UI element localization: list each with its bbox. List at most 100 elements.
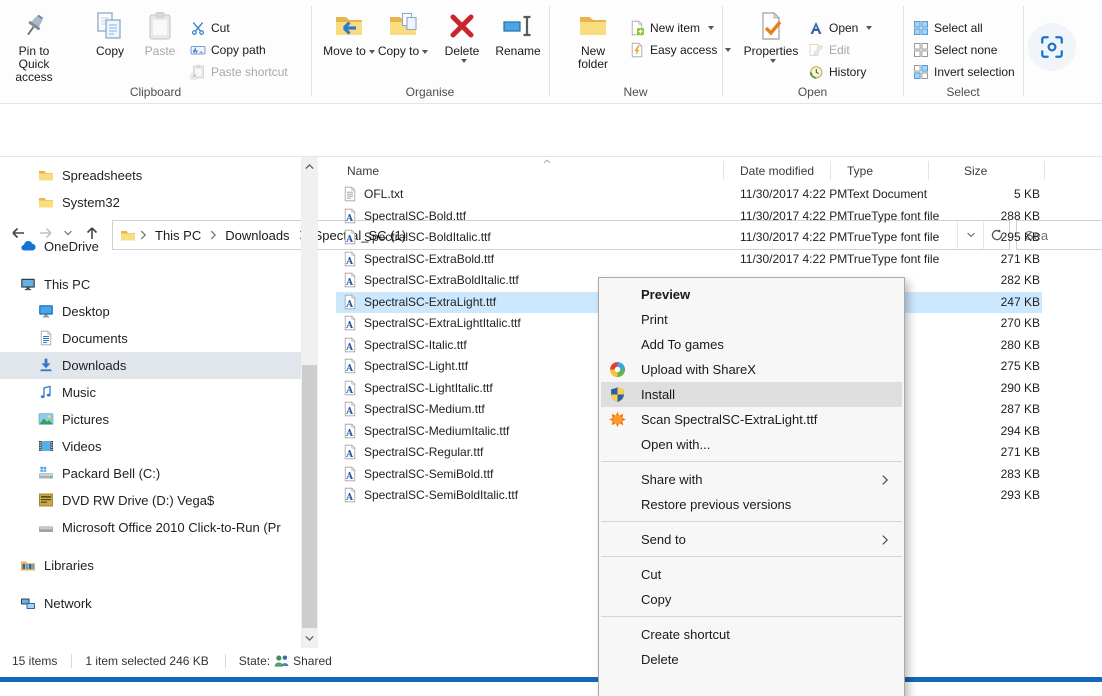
invert-selection-button[interactable]: Invert selection [913,62,1015,82]
scroll-up-icon[interactable] [303,160,316,173]
menu-item-label: Send to [641,532,686,547]
sidebar-item-spreadsheets[interactable]: Spreadsheets [0,162,301,189]
copy-path-button[interactable]: Copy path [190,40,266,60]
menu-item-share-with[interactable]: Share with [601,467,902,492]
sidebar-item-system32[interactable]: System32 [0,189,301,216]
file-row[interactable]: ASpectralSC-BoldItalic.ttf11/30/2017 4:2… [336,227,1042,248]
menu-item-restore-previous-versions[interactable]: Restore previous versions [601,492,902,517]
dvd-icon [38,492,54,508]
sidebar-item-documents[interactable]: Documents [0,325,301,352]
sidebar-item-label: Videos [62,439,102,454]
menu-separator [601,521,902,522]
drivegray-icon [38,519,54,535]
column-header-size[interactable]: Size [964,164,987,178]
ribbon: Pin to Quick access Copy Paste Cut Copy … [0,0,1102,104]
scrollbar-thumb[interactable] [302,365,317,628]
new-item-icon [629,20,645,36]
sidebar-item-this-pc[interactable]: This PC [0,271,301,298]
scroll-down-icon[interactable] [303,632,316,645]
music-icon [38,384,54,400]
paste-label: Paste [145,45,176,58]
font-file-icon: A [342,401,358,417]
menu-item-delete[interactable]: Delete [601,647,902,672]
paste-shortcut-button[interactable]: Paste shortcut [190,62,288,82]
column-header-name[interactable]: Name [347,164,379,178]
select-none-icon [913,42,929,58]
menu-item-copy[interactable]: Copy [601,587,902,612]
font-file-icon: A [342,229,358,245]
videos-icon [38,438,54,454]
menu-item-install[interactable]: Install [601,382,902,407]
sidebar-item-libraries[interactable]: Libraries [0,552,301,579]
file-row[interactable]: OFL.txt11/30/2017 4:22 PMText Document5 … [336,184,1042,205]
rename-button[interactable]: Rename [489,6,547,86]
cut-button[interactable]: Cut [190,18,230,38]
copy-path-label: Copy path [211,43,266,57]
font-file-icon: A [342,251,358,267]
select-none-button[interactable]: Select none [913,40,997,60]
screen-capture-button[interactable] [1028,23,1076,71]
menu-item-print[interactable]: Print [601,307,902,332]
file-name: SpectralSC-ExtraBold.ttf [364,252,494,266]
font-file-icon: A [342,294,358,310]
delete-button[interactable]: Delete [435,6,489,86]
pin-icon [18,10,50,42]
file-name: SpectralSC-BoldItalic.ttf [364,230,491,244]
sidebar-item-music[interactable]: Music [0,379,301,406]
new-item-button[interactable]: New item [629,18,714,38]
copy-to-button[interactable]: Copy to [377,6,429,86]
file-row[interactable]: ASpectralSC-ExtraBold.ttf11/30/2017 4:22… [336,249,1042,270]
sidebar-item-network[interactable]: Network [0,590,301,617]
file-size: 283 KB [926,467,1040,481]
sidebar-item-desktop[interactable]: Desktop [0,298,301,325]
easy-access-button[interactable]: Easy access [629,40,731,60]
folder-icon [38,194,54,210]
menu-item-add-to-games[interactable]: Add To games [601,332,902,357]
sidebar-item-dvd-rw-drive-d-vega[interactable]: DVD RW Drive (D:) Vega$ [0,487,301,514]
menu-item-cut[interactable]: Cut [601,562,902,587]
svg-text:A: A [345,407,354,417]
properties-label: Properties [744,45,799,58]
file-name: SpectralSC-SemiBold.ttf [364,467,493,481]
font-file-icon: A [342,444,358,460]
select-all-icon [913,20,929,36]
menu-separator [601,616,902,617]
sidebar-item-onedrive[interactable]: OneDrive [0,233,301,260]
paste-button[interactable]: Paste [136,6,184,86]
menu-item-preview[interactable]: Preview [601,282,902,307]
menu-item-scan-spectralsc-extralight-ttf[interactable]: Scan SpectralSC-ExtraLight.ttf [601,407,902,432]
state-label: State: [239,654,270,668]
organise-group-label: Organise [311,85,549,99]
menu-item-upload-with-sharex[interactable]: Upload with ShareX [601,357,902,382]
svg-text:A: A [345,214,354,224]
menu-separator [601,556,902,557]
svg-text:A: A [345,235,354,245]
sidebar-item-label: Music [62,385,96,400]
new-folder-button[interactable]: New folder [565,6,621,86]
font-file-icon: A [342,337,358,353]
column-header-type[interactable]: Type [847,164,873,178]
open-button[interactable]: Open [808,18,872,38]
select-all-button[interactable]: Select all [913,18,983,38]
sidebar-item-pictures[interactable]: Pictures [0,406,301,433]
copy-button[interactable]: Copy [86,6,134,86]
pin-to-quick-access-button[interactable]: Pin to Quick access [2,6,66,86]
sidebar-item-label: Packard Bell (C:) [62,466,160,481]
open-icon [808,20,824,36]
menu-item-send-to[interactable]: Send to [601,527,902,552]
move-to-button[interactable]: Move to [323,6,375,86]
sidebar-scrollbar[interactable] [301,157,318,648]
menu-item-create-shortcut[interactable]: Create shortcut [601,622,902,647]
history-button[interactable]: History [808,62,866,82]
file-size: 270 KB [926,316,1040,330]
menu-item-open-with[interactable]: Open with... [601,432,902,457]
file-row[interactable]: ASpectralSC-Bold.ttf11/30/2017 4:22 PMTr… [336,206,1042,227]
sidebar-item-microsoft-office-2010-click-to-run-pr[interactable]: Microsoft Office 2010 Click-to-Run (Pr [0,514,301,541]
properties-button[interactable]: Properties [740,6,802,86]
edit-button[interactable]: Edit [808,40,850,60]
column-header-date-modified[interactable]: Date modified [740,164,814,178]
sidebar-item-packard-bell-c[interactable]: Packard Bell (C:) [0,460,301,487]
sidebar-item-downloads[interactable]: Downloads [0,352,301,379]
submenu-chevron-icon [878,473,892,487]
sidebar-item-videos[interactable]: Videos [0,433,301,460]
